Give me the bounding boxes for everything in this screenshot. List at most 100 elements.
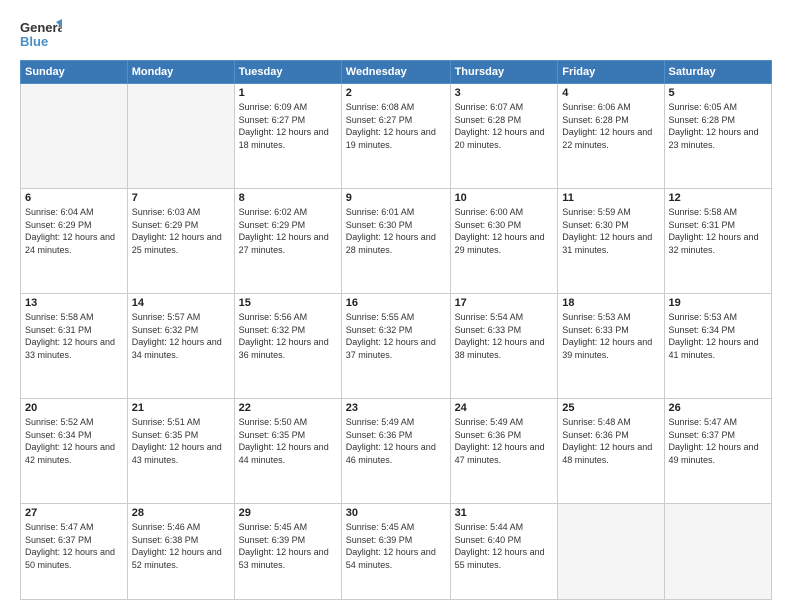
- day-detail: Sunrise: 5:45 AM Sunset: 6:39 PM Dayligh…: [346, 521, 446, 571]
- day-number: 19: [669, 297, 767, 309]
- day-number: 11: [562, 192, 659, 204]
- day-detail: Sunrise: 6:02 AM Sunset: 6:29 PM Dayligh…: [239, 206, 337, 256]
- day-detail: Sunrise: 5:47 AM Sunset: 6:37 PM Dayligh…: [25, 521, 123, 571]
- header: General Blue: [20, 16, 772, 52]
- calendar-cell: 21 Sunrise: 5:51 AM Sunset: 6:35 PM Dayli…: [127, 398, 234, 503]
- svg-text:General: General: [20, 20, 62, 35]
- day-detail: Sunrise: 6:03 AM Sunset: 6:29 PM Dayligh…: [132, 206, 230, 256]
- day-number: 27: [25, 507, 123, 519]
- day-number: 8: [239, 192, 337, 204]
- day-detail: Sunrise: 5:46 AM Sunset: 6:38 PM Dayligh…: [132, 521, 230, 571]
- day-detail: Sunrise: 5:56 AM Sunset: 6:32 PM Dayligh…: [239, 311, 337, 361]
- calendar-cell: 2 Sunrise: 6:08 AM Sunset: 6:27 PM Daylig…: [341, 84, 450, 189]
- day-number: 23: [346, 402, 446, 414]
- day-number: 14: [132, 297, 230, 309]
- week-row-3: 20Sunrise: 5:52 AM Sunset: 6:34 PM Dayli…: [21, 398, 772, 503]
- day-detail: Sunrise: 5:55 AM Sunset: 6:32 PM Dayligh…: [346, 311, 446, 361]
- page: General Blue SundayMondayTuesdayWednesda…: [0, 0, 792, 612]
- day-number: 13: [25, 297, 123, 309]
- calendar-cell: 16 Sunrise: 5:55 AM Sunset: 6:32 PM Dayli…: [341, 293, 450, 398]
- day-number: 1: [239, 87, 337, 99]
- day-detail: Sunrise: 5:51 AM Sunset: 6:35 PM Dayligh…: [132, 416, 230, 466]
- day-detail: Sunrise: 6:05 AM Sunset: 6:28 PM Dayligh…: [669, 101, 767, 151]
- calendar-cell: 27 Sunrise: 5:47 AM Sunset: 6:37 PM Dayli…: [21, 503, 128, 599]
- day-number: 3: [455, 87, 554, 99]
- week-row-1: 6Sunrise: 6:04 AM Sunset: 6:29 PM Daylig…: [21, 188, 772, 293]
- calendar-cell: 14 Sunrise: 5:57 AM Sunset: 6:32 PM Dayli…: [127, 293, 234, 398]
- day-number: 30: [346, 507, 446, 519]
- logo: General Blue: [20, 16, 62, 52]
- calendar-cell: 6Sunrise: 6:04 AM Sunset: 6:29 PM Daylig…: [21, 188, 128, 293]
- calendar-cell: 9 Sunrise: 6:01 AM Sunset: 6:30 PM Daylig…: [341, 188, 450, 293]
- week-row-0: 1 Sunrise: 6:09 AM Sunset: 6:27 PM Daylig…: [21, 84, 772, 189]
- day-detail: Sunrise: 5:49 AM Sunset: 6:36 PM Dayligh…: [346, 416, 446, 466]
- day-detail: Sunrise: 6:06 AM Sunset: 6:28 PM Dayligh…: [562, 101, 659, 151]
- header-day-wednesday: Wednesday: [341, 61, 450, 84]
- header-day-sunday: Sunday: [21, 61, 128, 84]
- header-day-monday: Monday: [127, 61, 234, 84]
- calendar-cell: 13 Sunrise: 5:58 AM Sunset: 6:31 PM Dayli…: [21, 293, 128, 398]
- week-row-2: 13 Sunrise: 5:58 AM Sunset: 6:31 PM Dayli…: [21, 293, 772, 398]
- day-detail: Sunrise: 6:00 AM Sunset: 6:30 PM Dayligh…: [455, 206, 554, 256]
- calendar-cell: [127, 84, 234, 189]
- header-day-saturday: Saturday: [664, 61, 771, 84]
- day-detail: Sunrise: 6:07 AM Sunset: 6:28 PM Dayligh…: [455, 101, 554, 151]
- day-detail: Sunrise: 5:58 AM Sunset: 6:31 PM Dayligh…: [25, 311, 123, 361]
- calendar-cell: 8 Sunrise: 6:02 AM Sunset: 6:29 PM Daylig…: [234, 188, 341, 293]
- calendar-cell: 25Sunrise: 5:48 AM Sunset: 6:36 PM Dayli…: [558, 398, 664, 503]
- calendar: SundayMondayTuesdayWednesdayThursdayFrid…: [20, 60, 772, 600]
- calendar-cell: 4 Sunrise: 6:06 AM Sunset: 6:28 PM Daylig…: [558, 84, 664, 189]
- day-number: 5: [669, 87, 767, 99]
- calendar-cell: [558, 503, 664, 599]
- day-number: 4: [562, 87, 659, 99]
- day-number: 15: [239, 297, 337, 309]
- day-detail: Sunrise: 6:08 AM Sunset: 6:27 PM Dayligh…: [346, 101, 446, 151]
- day-number: 2: [346, 87, 446, 99]
- day-detail: Sunrise: 5:47 AM Sunset: 6:37 PM Dayligh…: [669, 416, 767, 466]
- day-number: 21: [132, 402, 230, 414]
- calendar-cell: 7Sunrise: 6:03 AM Sunset: 6:29 PM Daylig…: [127, 188, 234, 293]
- header-day-tuesday: Tuesday: [234, 61, 341, 84]
- day-detail: Sunrise: 5:44 AM Sunset: 6:40 PM Dayligh…: [455, 521, 554, 571]
- calendar-cell: 20Sunrise: 5:52 AM Sunset: 6:34 PM Dayli…: [21, 398, 128, 503]
- day-number: 16: [346, 297, 446, 309]
- calendar-cell: [664, 503, 771, 599]
- day-detail: Sunrise: 5:54 AM Sunset: 6:33 PM Dayligh…: [455, 311, 554, 361]
- calendar-cell: 17Sunrise: 5:54 AM Sunset: 6:33 PM Dayli…: [450, 293, 558, 398]
- calendar-cell: 22 Sunrise: 5:50 AM Sunset: 6:35 PM Dayli…: [234, 398, 341, 503]
- calendar-cell: 18 Sunrise: 5:53 AM Sunset: 6:33 PM Dayli…: [558, 293, 664, 398]
- day-number: 26: [669, 402, 767, 414]
- day-number: 22: [239, 402, 337, 414]
- calendar-cell: 11 Sunrise: 5:59 AM Sunset: 6:30 PM Dayli…: [558, 188, 664, 293]
- calendar-cell: 23 Sunrise: 5:49 AM Sunset: 6:36 PM Dayli…: [341, 398, 450, 503]
- day-detail: Sunrise: 5:45 AM Sunset: 6:39 PM Dayligh…: [239, 521, 337, 571]
- day-number: 25: [562, 402, 659, 414]
- logo-svg: General Blue: [20, 16, 62, 52]
- calendar-cell: 1 Sunrise: 6:09 AM Sunset: 6:27 PM Daylig…: [234, 84, 341, 189]
- day-number: 12: [669, 192, 767, 204]
- day-detail: Sunrise: 5:59 AM Sunset: 6:30 PM Dayligh…: [562, 206, 659, 256]
- day-number: 9: [346, 192, 446, 204]
- header-day-friday: Friday: [558, 61, 664, 84]
- calendar-cell: [21, 84, 128, 189]
- day-detail: Sunrise: 6:04 AM Sunset: 6:29 PM Dayligh…: [25, 206, 123, 256]
- day-number: 18: [562, 297, 659, 309]
- day-detail: Sunrise: 6:09 AM Sunset: 6:27 PM Dayligh…: [239, 101, 337, 151]
- day-detail: Sunrise: 5:53 AM Sunset: 6:34 PM Dayligh…: [669, 311, 767, 361]
- day-detail: Sunrise: 5:52 AM Sunset: 6:34 PM Dayligh…: [25, 416, 123, 466]
- calendar-header-row: SundayMondayTuesdayWednesdayThursdayFrid…: [21, 61, 772, 84]
- calendar-cell: 15 Sunrise: 5:56 AM Sunset: 6:32 PM Dayli…: [234, 293, 341, 398]
- day-detail: Sunrise: 5:57 AM Sunset: 6:32 PM Dayligh…: [132, 311, 230, 361]
- day-detail: Sunrise: 5:53 AM Sunset: 6:33 PM Dayligh…: [562, 311, 659, 361]
- calendar-cell: 12Sunrise: 5:58 AM Sunset: 6:31 PM Dayli…: [664, 188, 771, 293]
- day-number: 28: [132, 507, 230, 519]
- calendar-cell: 24Sunrise: 5:49 AM Sunset: 6:36 PM Dayli…: [450, 398, 558, 503]
- calendar-cell: 19 Sunrise: 5:53 AM Sunset: 6:34 PM Dayli…: [664, 293, 771, 398]
- day-detail: Sunrise: 6:01 AM Sunset: 6:30 PM Dayligh…: [346, 206, 446, 256]
- week-row-4: 27 Sunrise: 5:47 AM Sunset: 6:37 PM Dayli…: [21, 503, 772, 599]
- day-number: 24: [455, 402, 554, 414]
- day-detail: Sunrise: 5:50 AM Sunset: 6:35 PM Dayligh…: [239, 416, 337, 466]
- day-number: 31: [455, 507, 554, 519]
- day-number: 10: [455, 192, 554, 204]
- header-day-thursday: Thursday: [450, 61, 558, 84]
